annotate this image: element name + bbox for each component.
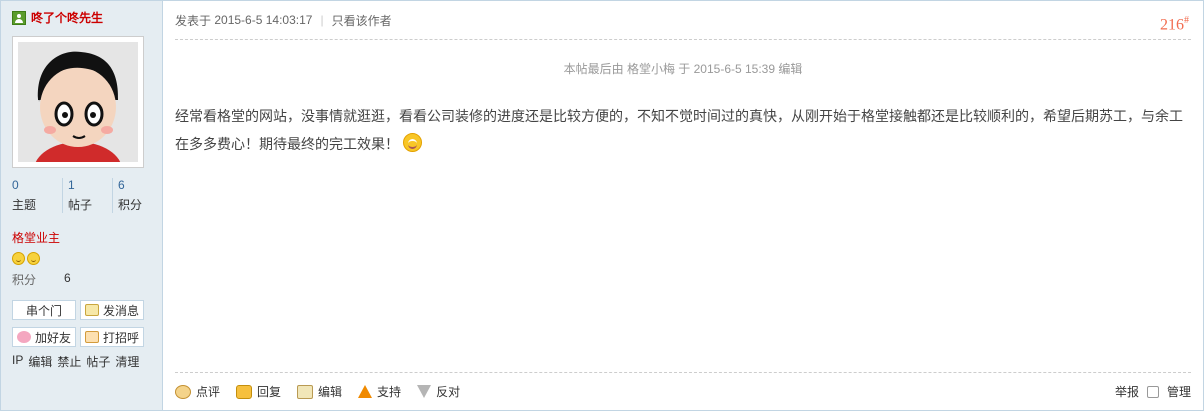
rate-button[interactable]: 点评 [175,383,220,400]
edit-button[interactable]: 编辑 [297,383,342,400]
message-icon [84,304,99,316]
admin-links: IP 编辑 禁止 帖子 清理 [12,353,162,370]
edited-note: 本帖最后由 格堂小梅 于 2015-6-5 15:39 编辑 [563,62,803,76]
manage-checkbox[interactable] [1146,385,1159,398]
post-content: 经常看格堂的网站，没事情就逛逛，看看公司装修的进度还是比较方便的，不知不觉时间过… [175,102,1191,158]
add-friend-button[interactable]: 加好友 [12,327,76,347]
add-friend-label: 加好友 [34,330,71,345]
add-friend-icon [16,331,31,343]
avatar-frame[interactable] [12,36,144,198]
stat-points-count[interactable]: 6 [118,178,162,192]
reply-icon [236,384,253,399]
posted-time: 2015-6-5 14:03:17 [214,13,313,27]
admin-posts-link[interactable]: 帖子 [86,353,110,370]
stat-topics[interactable]: 0 主题 [12,178,62,213]
post-header: 发表于 2015-6-5 14:03:17 | 只看该作者 [175,1,1191,40]
stat-posts[interactable]: 1 帖子 [62,178,112,213]
admin-ip-link[interactable]: IP [12,353,23,370]
only-author-link[interactable]: 只看该作者 [332,12,392,29]
support-label: 支持 [377,385,402,399]
points-row: 积分 6 [12,271,162,288]
thumbs-up-arrow-icon [358,385,373,398]
oppose-label: 反对 [436,385,461,399]
stat-posts-label: 帖子 [68,198,93,212]
stat-topics-count[interactable]: 0 [12,178,62,192]
thumbs-down-arrow-icon [417,385,432,398]
stat-points[interactable]: 6 积分 [112,178,162,213]
admin-edit-link[interactable]: 编辑 [28,353,52,370]
author-sidebar: 咚了个咚先生 0 主题 1 帖子 6 积分 格堂业主 积分 6 串个门 发消息 … [1,1,163,410]
points-label: 积分 [12,273,37,287]
floor-sup: # [1184,15,1189,26]
forum-post: 咚了个咚先生 0 主题 1 帖子 6 积分 格堂业主 积分 6 串个门 发消息 … [0,0,1204,411]
manage-label[interactable]: 管理 [1167,383,1191,400]
avatar[interactable] [18,42,138,198]
online-user-icon [12,10,26,25]
floor-number[interactable]: 216# [1160,15,1189,34]
user-group[interactable]: 格堂业主 [12,229,162,246]
user-actions: 串个门 发消息 加好友 打招呼 [12,300,162,347]
visit-button[interactable]: 串个门 [12,300,76,320]
smiley-icon [402,133,422,152]
post-footer: 点评 回复 编辑 支持 反对 举报 管理 [175,372,1191,410]
message-button[interactable]: 发消息 [80,300,144,320]
support-button[interactable]: 支持 [358,383,401,400]
admin-clean-link[interactable]: 清理 [115,353,139,370]
greet-icon [84,331,99,343]
visit-label: 串个门 [25,303,62,318]
smile-medal-icon[interactable] [27,252,40,265]
reply-button[interactable]: 回复 [236,383,281,400]
rate-icon [175,384,191,399]
admin-ban-link[interactable]: 禁止 [57,353,81,370]
author-name[interactable]: 咚了个咚先生 [31,9,103,26]
message-label: 发消息 [102,303,139,318]
author-line: 咚了个咚先生 [12,9,162,26]
greet-button[interactable]: 打招呼 [80,327,144,347]
smile-medal-icon[interactable] [12,252,25,265]
user-medals [12,252,162,265]
stat-points-label: 积分 [118,198,143,212]
header-divider: | [320,13,324,27]
report-link[interactable]: 举报 [1115,383,1139,400]
oppose-button[interactable]: 反对 [417,383,460,400]
stat-posts-count[interactable]: 1 [68,178,112,192]
posted-prefix: 发表于 [175,13,212,28]
post-text: 经常看格堂的网站，没事情就逛逛，看看公司装修的进度还是比较方便的，不知不觉时间过… [175,108,1183,152]
rate-label: 点评 [196,385,221,399]
greet-label: 打招呼 [102,330,139,345]
user-stats: 0 主题 1 帖子 6 积分 [12,178,162,213]
edit-icon [297,384,314,399]
footer-tools: 举报 管理 [1115,383,1191,400]
points-value: 6 [64,271,71,285]
stat-topics-label: 主题 [12,198,37,212]
post-main: 发表于 2015-6-5 14:03:17 | 只看该作者 216# 本帖最后由… [163,1,1203,410]
floor-value: 216 [1160,16,1184,34]
edit-label: 编辑 [318,385,343,399]
reply-label: 回复 [257,385,282,399]
